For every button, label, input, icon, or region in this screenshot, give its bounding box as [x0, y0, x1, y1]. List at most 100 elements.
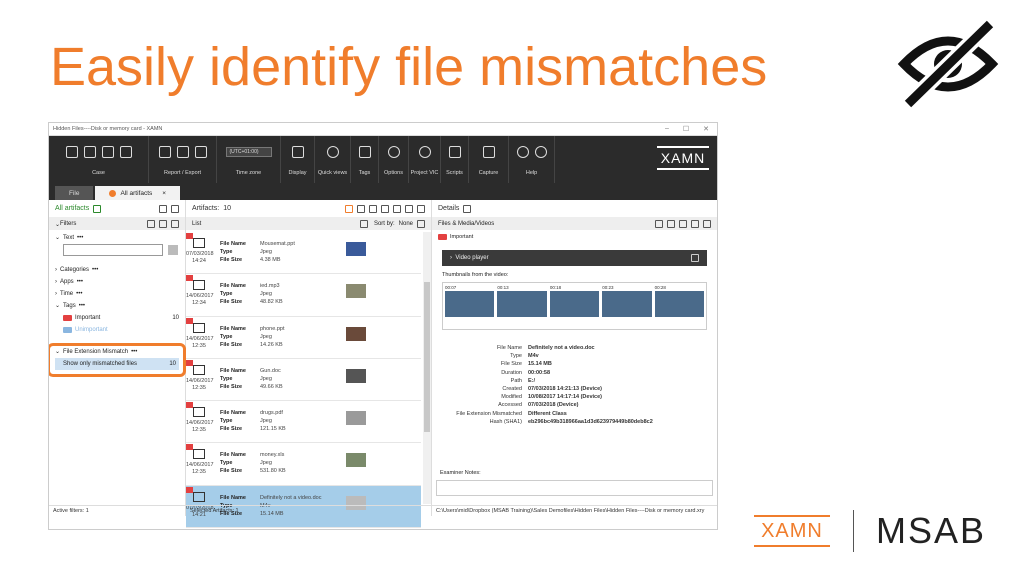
- video-thumbnails[interactable]: 00:07 00:13 00:18 00:23 00:28: [442, 282, 707, 330]
- close-icon[interactable]: ✕: [703, 125, 709, 133]
- ribbon-label-report: Report / Export: [164, 170, 201, 176]
- artifact-row[interactable]: 07/03/2018 14:24 File Name Type File Size M…: [186, 232, 421, 275]
- map-view-icon[interactable]: [381, 204, 389, 213]
- timezone-select[interactable]: (UTC+01:00): [225, 147, 272, 157]
- filter-text[interactable]: ⌄ Text •••: [55, 232, 179, 244]
- filter-tags[interactable]: ⌄ Tags •••: [55, 300, 179, 312]
- ribbon-group-report[interactable]: Report / Export: [149, 136, 217, 183]
- ribbon-group-help[interactable]: Help: [509, 136, 555, 183]
- puzzle-icon[interactable]: [448, 146, 461, 158]
- open-external-icon[interactable]: [667, 220, 675, 228]
- project-vic-icon[interactable]: [418, 146, 431, 158]
- red-tag-icon: [186, 233, 193, 239]
- maximize-icon[interactable]: ☐: [683, 125, 689, 133]
- tag-important[interactable]: Important 10: [55, 312, 179, 324]
- clear-icon[interactable]: [171, 204, 179, 213]
- tab-close-icon[interactable]: ×: [162, 190, 166, 197]
- print-icon[interactable]: [194, 146, 207, 158]
- text-search-input[interactable]: [63, 244, 163, 256]
- open-icon[interactable]: [65, 146, 78, 158]
- collapse-right-icon[interactable]: [463, 204, 472, 213]
- save-icon[interactable]: [691, 220, 699, 228]
- artifact-row[interactable]: 14/06/2017 12:35 File Name Type File Size p…: [186, 317, 421, 359]
- export-icon[interactable]: [679, 220, 687, 228]
- camera-icon[interactable]: [482, 146, 495, 158]
- new-case-icon[interactable]: [101, 146, 114, 158]
- ribbon-group-scripts[interactable]: Scripts: [441, 136, 469, 183]
- gear-icon[interactable]: [387, 146, 400, 158]
- tab-all-artifacts[interactable]: All artifacts ×: [95, 186, 181, 200]
- settings-icon[interactable]: [417, 204, 425, 213]
- location-icon[interactable]: [405, 204, 413, 213]
- pin-icon[interactable]: [147, 220, 155, 228]
- ribbon-group-case[interactable]: Case: [49, 136, 149, 183]
- filter-categories[interactable]: › Categories •••: [55, 264, 179, 276]
- minimize-icon[interactable]: –: [665, 125, 669, 133]
- notes-input[interactable]: [436, 480, 713, 496]
- image-icon: [193, 280, 205, 291]
- meta-value: 15.14 MB: [528, 361, 552, 368]
- artifact-row[interactable]: 14/06/2017 12:35 File Name Type File Size G…: [186, 359, 421, 402]
- filters-header[interactable]: ⌄ Filters: [49, 218, 185, 230]
- important-tag[interactable]: Important: [432, 230, 717, 244]
- meta-key: Created: [502, 386, 522, 393]
- eye-slash-icon: [897, 18, 999, 110]
- tag-icon[interactable]: [358, 146, 371, 158]
- video-thumbnail[interactable]: 00:28: [654, 285, 705, 327]
- filter-apps[interactable]: › Apps •••: [55, 276, 179, 288]
- eye-icon[interactable]: [326, 146, 339, 158]
- video-player-bar[interactable]: › Video player: [442, 250, 707, 266]
- collapse-left-icon[interactable]: [159, 204, 167, 213]
- column-view-icon[interactable]: [357, 204, 365, 213]
- pin-icon[interactable]: [359, 220, 368, 228]
- row-type: Jpeg: [260, 418, 272, 425]
- thumb-time: 00:28: [654, 285, 666, 290]
- help-icon[interactable]: [516, 146, 529, 158]
- filter-time[interactable]: › Time •••: [55, 288, 179, 300]
- key-file-size: File Size: [220, 341, 243, 348]
- ribbon-group-tags[interactable]: Tags: [351, 136, 379, 183]
- video-thumbnail[interactable]: 00:13: [497, 285, 547, 327]
- artifact-row[interactable]: 14/06/2017 12:34 File Name Type File Size i…: [186, 274, 421, 317]
- sort-select[interactable]: None: [399, 221, 413, 227]
- list-view-icon[interactable]: [345, 204, 353, 213]
- meta-key: Modified: [501, 394, 522, 401]
- ribbon-group-timezone[interactable]: (UTC+01:00) Time zone: [217, 136, 281, 183]
- artifact-row[interactable]: 14/06/2017 12:35 File Name Type File Size d…: [186, 401, 421, 444]
- zoom-icon[interactable]: [655, 220, 663, 228]
- artifact-row[interactable]: 14/06/2017 12:35 File Name Type File Size m…: [186, 443, 421, 486]
- timeline-icon[interactable]: [393, 204, 401, 213]
- popout-icon[interactable]: [691, 254, 699, 262]
- info-icon[interactable]: [534, 146, 547, 158]
- meta-row: Path E:/: [432, 377, 717, 385]
- grid-view-icon[interactable]: [369, 204, 377, 213]
- red-tag-icon: [186, 402, 193, 409]
- display-icon[interactable]: [291, 146, 304, 158]
- window-title: Hidden Files----Disk or memory card - XA…: [53, 126, 163, 132]
- report-icon[interactable]: [158, 146, 171, 158]
- search-icon[interactable]: [168, 245, 178, 255]
- video-thumbnail[interactable]: 00:23: [602, 285, 652, 327]
- all-artifacts-select[interactable]: All artifacts: [55, 205, 89, 212]
- ribbon-group-projectvic[interactable]: Project VIC: [409, 136, 441, 183]
- export-icon[interactable]: [176, 146, 189, 158]
- folder-icon[interactable]: [83, 146, 96, 158]
- ribbon-group-display[interactable]: Display: [281, 136, 315, 183]
- sort-label: Sort by:: [373, 221, 395, 227]
- gear-icon[interactable]: [417, 220, 425, 228]
- row-type: Jpeg: [260, 249, 272, 255]
- print-icon[interactable]: [703, 220, 711, 228]
- tag-unimportant[interactable]: Unimportant: [55, 324, 179, 336]
- filter-icon[interactable]: [159, 220, 167, 228]
- ribbon-group-capture[interactable]: Capture: [469, 136, 509, 183]
- add-filter-icon[interactable]: [171, 220, 179, 228]
- ribbon-group-options[interactable]: Options: [379, 136, 409, 183]
- save-icon[interactable]: [119, 146, 132, 158]
- video-thumbnail[interactable]: 00:07: [445, 285, 495, 327]
- tab-file[interactable]: File: [55, 186, 94, 200]
- file-path: C:\Users\mid\Dropbox (MSAB Training)\Sal…: [432, 505, 717, 516]
- checklist-icon[interactable]: [93, 204, 102, 213]
- ribbon-group-quickviews[interactable]: Quick views: [315, 136, 351, 183]
- list-scrollbar[interactable]: [423, 232, 431, 504]
- video-thumbnail[interactable]: 00:18: [549, 285, 600, 327]
